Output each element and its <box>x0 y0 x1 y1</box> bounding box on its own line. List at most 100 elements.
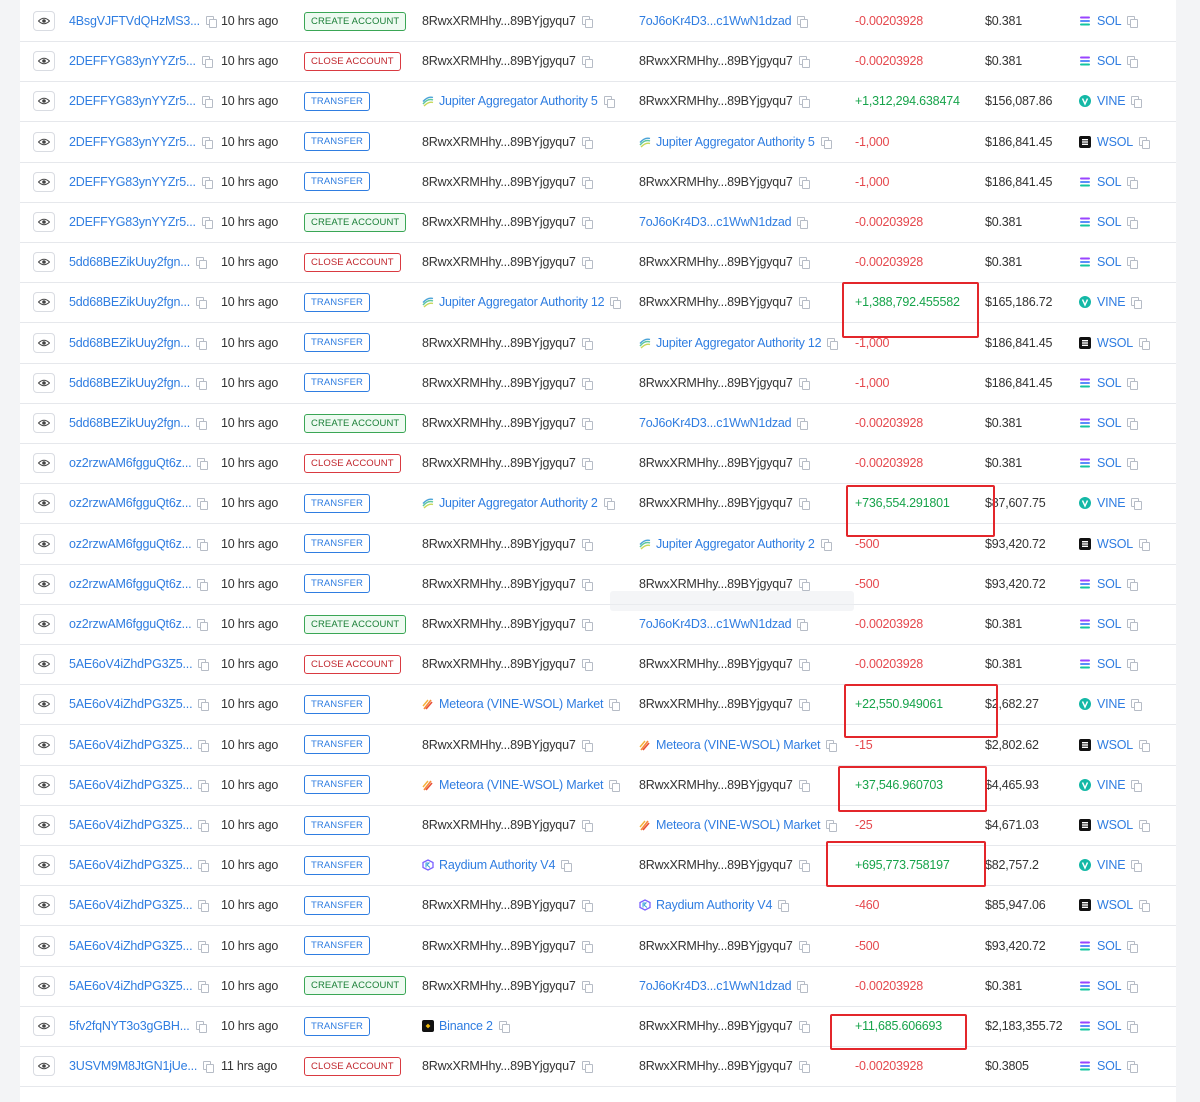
copy-icon[interactable] <box>195 1021 207 1033</box>
copy-icon[interactable] <box>820 136 832 149</box>
copy-icon[interactable] <box>201 96 213 109</box>
token-link[interactable]: VINE <box>1097 496 1126 510</box>
token-link[interactable]: SOL <box>1097 1019 1122 1033</box>
view-button[interactable] <box>33 533 55 554</box>
copy-icon[interactable] <box>610 297 622 310</box>
copy-icon[interactable] <box>581 16 593 28</box>
copy-icon[interactable] <box>798 498 810 511</box>
address-text[interactable]: 8RwxXRMHhy...89BYjgyqu7 <box>639 1059 793 1073</box>
signature-link[interactable]: 5AE6oV4iZhdPG3Z5... <box>69 778 193 792</box>
entity-link[interactable]: Jupiter Aggregator Authority 12 <box>439 295 605 309</box>
copy-icon[interactable] <box>581 418 593 430</box>
address-text[interactable]: 8RwxXRMHhy...89BYjgyqu7 <box>639 496 793 510</box>
copy-icon[interactable] <box>201 136 213 149</box>
copy-icon[interactable] <box>581 980 593 993</box>
address-text[interactable]: 8RwxXRMHhy...89BYjgyqu7 <box>639 778 793 792</box>
view-button[interactable] <box>33 1016 55 1036</box>
signature-link[interactable]: oz2rzwAM6fgguQt6z... <box>69 617 192 631</box>
address-text[interactable]: 8RwxXRMHhy...89BYjgyqu7 <box>422 657 576 671</box>
copy-icon[interactable] <box>798 458 810 471</box>
copy-icon[interactable] <box>1127 940 1139 953</box>
address-link[interactable]: 7oJ6oKr4D3...c1WwN1dzad <box>639 617 792 631</box>
address-text[interactable]: 8RwxXRMHhy...89BYjgyqu7 <box>422 376 576 390</box>
copy-icon[interactable] <box>498 1021 510 1033</box>
copy-icon[interactable] <box>198 940 210 953</box>
copy-icon[interactable] <box>198 699 210 712</box>
signature-link[interactable]: 2DEFFYG83ynYYZr5... <box>69 175 196 189</box>
copy-icon[interactable] <box>196 257 208 270</box>
signature-link[interactable]: 2DEFFYG83ynYYZr5... <box>69 135 196 149</box>
address-text[interactable]: 8RwxXRMHhy...89BYjgyqu7 <box>422 577 576 591</box>
copy-icon[interactable] <box>581 257 593 270</box>
copy-icon[interactable] <box>581 940 593 953</box>
token-link[interactable]: SOL <box>1097 657 1122 671</box>
token-link[interactable]: WSOL <box>1097 898 1133 912</box>
address-text[interactable]: 8RwxXRMHhy...89BYjgyqu7 <box>422 617 576 631</box>
copy-icon[interactable] <box>581 538 593 551</box>
copy-icon[interactable] <box>581 900 593 913</box>
view-button[interactable] <box>33 614 55 634</box>
entity-link[interactable]: Meteora (VINE-WSOL) Market <box>439 778 603 792</box>
signature-link[interactable]: 5dd68BEZikUuy2fgn... <box>69 255 190 269</box>
copy-icon[interactable] <box>198 900 210 913</box>
entity-link[interactable]: Binance 2 <box>439 1019 493 1033</box>
copy-icon[interactable] <box>1127 377 1139 390</box>
copy-icon[interactable] <box>197 498 209 511</box>
view-button[interactable] <box>33 1056 55 1077</box>
copy-icon[interactable] <box>203 1061 215 1074</box>
copy-icon[interactable] <box>196 418 208 430</box>
address-text[interactable]: 8RwxXRMHhy...89BYjgyqu7 <box>422 215 576 229</box>
signature-link[interactable]: oz2rzwAM6fgguQt6z... <box>69 456 192 470</box>
address-text[interactable]: 8RwxXRMHhy...89BYjgyqu7 <box>422 175 576 189</box>
copy-icon[interactable] <box>797 418 809 430</box>
signature-link[interactable]: oz2rzwAM6fgguQt6z... <box>69 537 192 551</box>
signature-link[interactable]: 2DEFFYG83ynYYZr5... <box>69 215 196 229</box>
copy-icon[interactable] <box>197 619 209 631</box>
copy-icon[interactable] <box>198 739 210 752</box>
address-text[interactable]: 8RwxXRMHhy...89BYjgyqu7 <box>639 54 793 68</box>
token-link[interactable]: SOL <box>1097 14 1122 28</box>
view-button[interactable] <box>33 975 55 996</box>
address-text[interactable]: 8RwxXRMHhy...89BYjgyqu7 <box>639 939 793 953</box>
address-text[interactable]: 8RwxXRMHhy...89BYjgyqu7 <box>422 1059 576 1073</box>
copy-icon[interactable] <box>581 619 593 631</box>
entity-link[interactable]: Jupiter Aggregator Authority 2 <box>656 537 815 551</box>
view-button[interactable] <box>33 855 55 876</box>
entity-link[interactable]: Meteora (VINE-WSOL) Market <box>656 818 820 832</box>
copy-icon[interactable] <box>798 1021 810 1033</box>
view-button[interactable] <box>33 493 55 514</box>
copy-icon[interactable] <box>1139 538 1151 551</box>
signature-link[interactable]: 5AE6oV4iZhdPG3Z5... <box>69 939 193 953</box>
copy-icon[interactable] <box>581 458 593 471</box>
token-link[interactable]: SOL <box>1097 979 1122 993</box>
copy-icon[interactable] <box>1127 578 1139 591</box>
copy-icon[interactable] <box>581 578 593 591</box>
copy-icon[interactable] <box>798 297 810 310</box>
view-button[interactable] <box>33 895 55 916</box>
address-text[interactable]: 8RwxXRMHhy...89BYjgyqu7 <box>422 818 576 832</box>
token-link[interactable]: SOL <box>1097 577 1122 591</box>
address-text[interactable]: 8RwxXRMHhy...89BYjgyqu7 <box>422 255 576 269</box>
copy-icon[interactable] <box>1139 820 1151 832</box>
address-text[interactable]: 8RwxXRMHhy...89BYjgyqu7 <box>639 94 793 108</box>
entity-link[interactable]: Raydium Authority V4 <box>656 898 772 912</box>
address-text[interactable]: 8RwxXRMHhy...89BYjgyqu7 <box>639 858 793 872</box>
copy-icon[interactable] <box>581 659 593 672</box>
copy-icon[interactable] <box>1127 458 1139 471</box>
copy-icon[interactable] <box>797 980 809 993</box>
view-button[interactable] <box>33 212 55 232</box>
address-text[interactable]: 8RwxXRMHhy...89BYjgyqu7 <box>639 376 793 390</box>
view-button[interactable] <box>33 11 55 31</box>
token-link[interactable]: WSOL <box>1097 818 1133 832</box>
signature-link[interactable]: 2DEFFYG83ynYYZr5... <box>69 54 196 68</box>
copy-icon[interactable] <box>196 297 208 310</box>
token-link[interactable]: VINE <box>1097 94 1126 108</box>
copy-icon[interactable] <box>798 699 810 712</box>
copy-icon[interactable] <box>1139 739 1151 752</box>
copy-icon[interactable] <box>820 538 832 551</box>
view-button[interactable] <box>33 453 55 474</box>
copy-icon[interactable] <box>1127 217 1139 229</box>
copy-icon[interactable] <box>609 699 621 712</box>
view-button[interactable] <box>33 131 55 152</box>
copy-icon[interactable] <box>797 217 809 229</box>
